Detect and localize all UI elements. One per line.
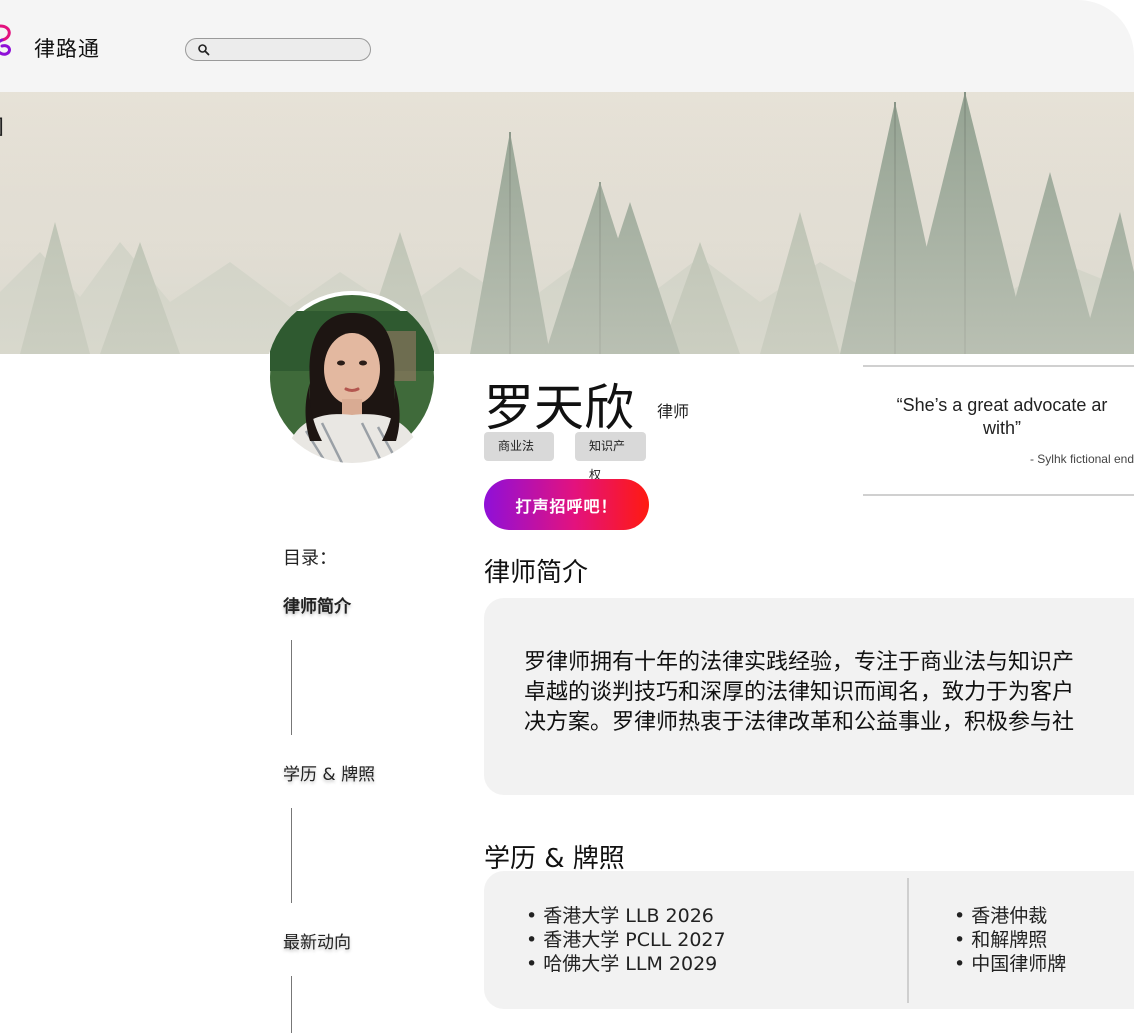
degree-item: 香港大学 PCLL 2027 (526, 928, 725, 952)
license-item: 和解牌照 (954, 928, 1066, 952)
tag-commercial-law[interactable]: 商业法 (484, 432, 554, 461)
quote-source: - Sylhk fictional end (1029, 452, 1134, 466)
lawyer-name: 罗天欣 (484, 379, 634, 437)
page: 律路通 罗天欣 律师 商业法 知识产权 打声招呼吧！ “She’s a grea… (0, 0, 1134, 1033)
search-input[interactable] (216, 40, 368, 61)
education-heading: 学历 & 牌照 (484, 844, 625, 874)
bio-card: 罗律师拥有十年的法律实践经验，专注于商业法与知识产 卓越的谈判技巧和深厚的法律知… (484, 598, 1134, 795)
tag-intellectual-property[interactable]: 知识产权 (575, 432, 646, 482)
toc-connector (291, 808, 292, 903)
toc-connector (291, 640, 292, 735)
quote-top-rule (863, 365, 1134, 367)
logo-icon[interactable] (0, 22, 18, 62)
edge-bracket: ] (0, 114, 4, 138)
bio-line: 罗律师拥有十年的法律实践经验，专注于商业法与知识产 (524, 650, 1075, 675)
toc-item-bio[interactable]: 律师简介 (283, 592, 351, 617)
cover-image (0, 92, 1134, 354)
search-icon[interactable] (197, 43, 211, 57)
quote-bottom-rule (863, 494, 1134, 496)
quote-line-1: “She’s a great advocate ar (896, 395, 1108, 415)
search-bar[interactable] (185, 38, 371, 61)
education-divider (907, 878, 909, 1003)
license-list: 香港仲裁 和解牌照 中国律师牌 (954, 904, 1066, 976)
toc-connector (291, 976, 292, 1033)
degree-item: 哈佛大学 LLM 2029 (526, 952, 726, 976)
lawyer-title: 律师 (657, 402, 690, 421)
bio-line: 卓越的谈判技巧和深厚的法律知识而闻名，致力于为客户 (524, 680, 1075, 705)
app-name[interactable]: 律路通 (34, 33, 100, 63)
testimonial-quote: “She’s a great advocate ar with” (870, 394, 1134, 440)
quote-line-2: with” (982, 418, 1021, 438)
toc-title: 目录： (283, 548, 337, 569)
degree-list: 香港大学 LLB 2026 香港大学 PCLL 2027 哈佛大学 LLM 20… (526, 904, 726, 976)
license-item: 中国律师牌 (954, 952, 1066, 976)
education-card: 香港大学 LLB 2026 香港大学 PCLL 2027 哈佛大学 LLM 20… (484, 871, 1134, 1009)
degree-item: 香港大学 LLB 2026 (526, 904, 726, 928)
license-item: 香港仲裁 (954, 904, 1066, 928)
toc-item-news[interactable]: 最新动向 (283, 928, 351, 953)
avatar[interactable] (266, 291, 438, 463)
bio-text: 罗律师拥有十年的法律实践经验，专注于商业法与知识产 卓越的谈判技巧和深厚的法律知… (524, 648, 1134, 738)
bio-heading: 律师简介 (484, 558, 589, 588)
top-bar: 律路通 (0, 0, 1134, 92)
bio-line: 决方案。罗律师热衷于法律改革和公益事业，积极参与社 (524, 710, 1075, 735)
toc-item-education[interactable]: 学历 & 牌照 (283, 760, 375, 785)
greet-button[interactable]: 打声招呼吧！ (484, 479, 649, 530)
